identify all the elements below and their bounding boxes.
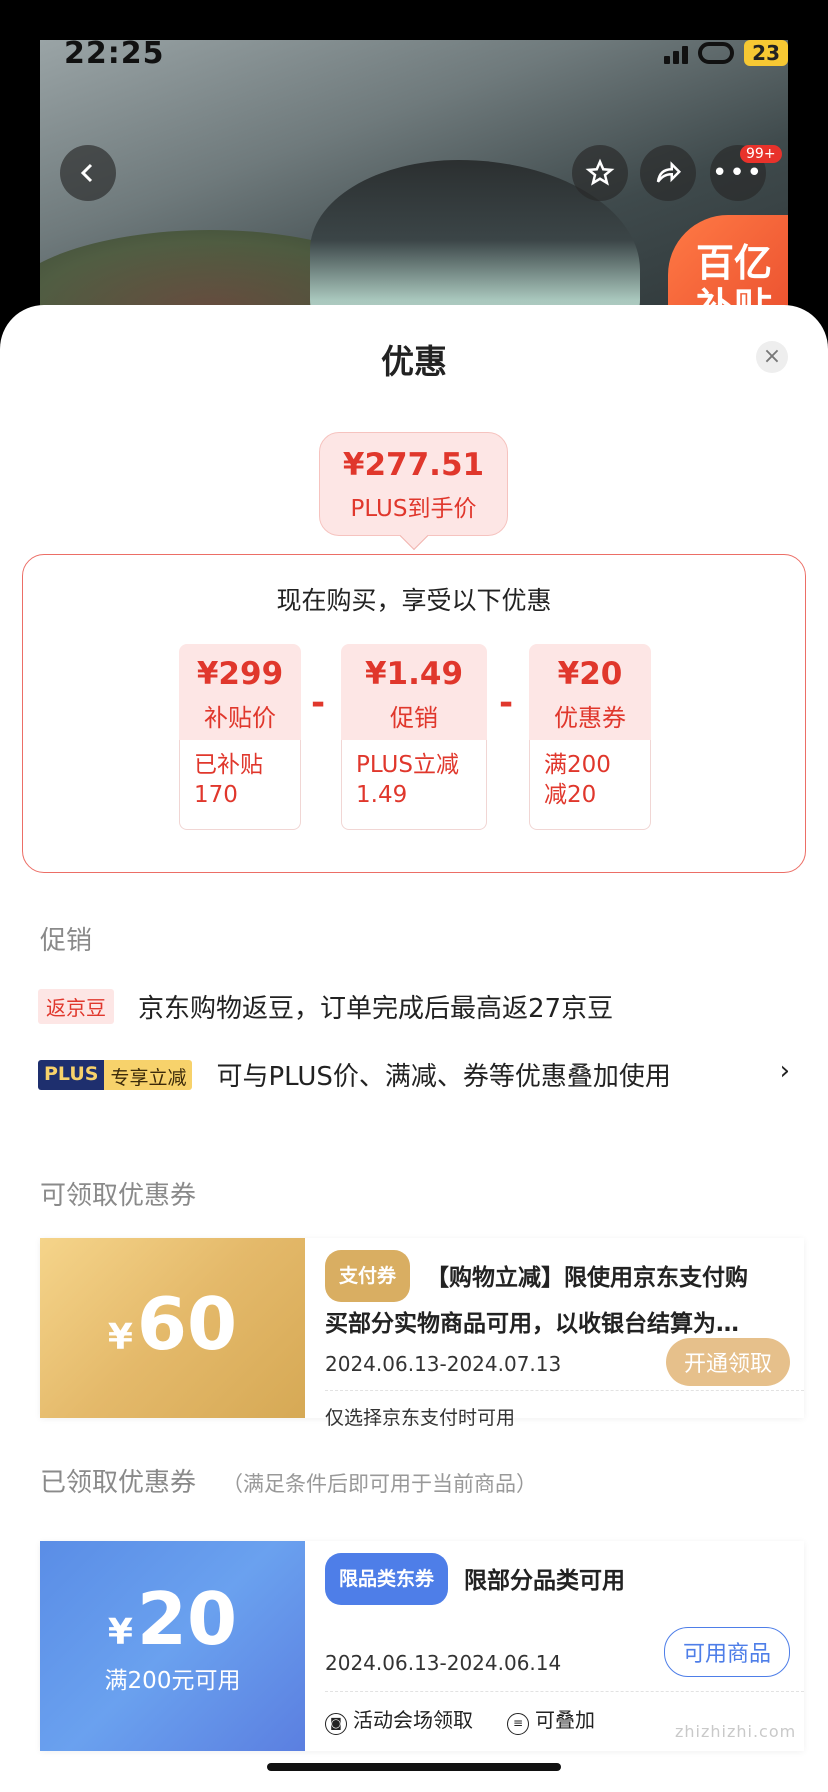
breakdown-label: 促销 [390,704,438,732]
promo-row-plus[interactable]: PLUS 专享立减 可与PLUS价、满减、券等优惠叠加使用 [38,1056,671,1093]
divider [325,1691,804,1692]
claimed-coupons-title: 已领取优惠券 （满足条件后即可用于当前商品） [40,1468,538,1498]
final-price-pill: ¥277.51 PLUS到手价 [319,432,508,551]
pill-pointer [399,521,429,551]
coupon-card-available: ¥60 支付券 【购物立减】限使用京东支付购 买部分实物商品可用，以收银台结算为…… [40,1238,804,1429]
plus-tag-label: PLUS [38,1059,105,1090]
discount-sheet: 优惠 × ¥277.51 PLUS到手价 现在购买，享受以下优惠 ¥299 补贴… [0,305,828,1792]
breakdown-label: 补贴价 [204,704,276,732]
status-icons: 23 [664,40,788,66]
stack-icon: ≡ [507,1713,529,1735]
breakdown-detail: PLUS立减 [356,752,459,778]
coupon-note: 仅选择京东支付时可用 [325,1407,516,1429]
plus-tag: PLUS 专享立减 [38,1059,193,1090]
status-bar-background [0,0,828,40]
claimed-coupons-hint: （满足条件后即可用于当前商品） [222,1472,538,1496]
notification-badge: 99+ [740,145,782,163]
close-button[interactable]: × [756,341,788,373]
jingdou-tag: 返京豆 [38,989,114,1024]
breakdown-value: ¥299 [196,656,284,692]
back-button[interactable] [60,145,116,201]
coupon-card-claimed: ¥20 满200元可用 限品类东券 限部分品类可用 2024.06.13-2024… [40,1541,804,1751]
breakdown-title: 现在购买，享受以下优惠 [276,586,552,615]
chevron-right-icon[interactable]: › [780,1056,790,1086]
breakdown-detail: 减20 [544,782,597,808]
breakdown-value: ¥1.49 [364,656,464,692]
link-icon [698,42,735,64]
currency-symbol: ¥ [107,1612,133,1653]
breakdown-label: 优惠券 [554,704,626,732]
final-price: ¥277.51 [342,447,485,483]
breakdown-card-coupon: ¥20 优惠券 满200 减20 [529,644,651,830]
signal-icon [664,42,689,64]
activate-claim-button[interactable]: 开通领取 [665,1338,790,1386]
breakdown-detail: 1.49 [356,782,408,808]
share-icon [656,161,682,183]
share-button[interactable] [640,145,696,201]
breakdown-value: ¥20 [557,656,623,692]
minus-sign: - [311,683,326,723]
chevron-left-icon [80,163,93,183]
battery-indicator: 23 [744,40,788,66]
coupon-amount: 20 [136,1577,238,1661]
favorite-button[interactable] [572,145,628,201]
promotions-section-title: 促销 [40,926,93,956]
coupon-type-tag: 支付券 [325,1250,411,1302]
coupon-amount-panel: ¥20 满200元可用 [40,1541,305,1751]
star-icon [585,158,615,186]
divider [325,1390,804,1391]
ticket-icon: ◙ [325,1713,347,1735]
promo-text: 可与PLUS价、满减、券等优惠叠加使用 [216,1062,671,1092]
currency-symbol: ¥ [107,1317,133,1358]
plus-tag-sublabel: 专享立减 [104,1059,193,1090]
coupon-amount-panel: ¥60 [40,1238,305,1418]
home-indicator[interactable] [267,1763,561,1771]
coupon-title: 限部分品类可用 [464,1568,626,1594]
coupon-source: 活动会场领取 [353,1708,473,1732]
price-breakdown-box: 现在购买，享受以下优惠 ¥299 补贴价 已补贴 170 - ¥1.49 促销 … [22,554,806,873]
minus-sign: - [499,683,514,723]
coupon-amount: 60 [136,1282,238,1366]
applicable-products-button[interactable]: 可用商品 [663,1627,790,1677]
status-time: 22:25 [64,36,165,71]
coupon-type-tag: 限品类东券 [325,1553,449,1605]
coupon-condition: 满200元可用 [104,1668,241,1694]
breakdown-card-subsidy: ¥299 补贴价 已补贴 170 [179,644,301,830]
breakdown-card-promotion: ¥1.49 促销 PLUS立减 1.49 [341,644,487,830]
available-coupons-title: 可领取优惠券 [40,1181,197,1211]
breakdown-detail: 170 [194,782,238,808]
promo-line-1: 百亿 [696,241,773,285]
sheet-title: 优惠 [381,342,447,381]
coupon-title: 【购物立减】限使用京东支付购 [426,1265,749,1291]
final-price-label: PLUS到手价 [350,496,477,522]
promo-row-jingdou[interactable]: 返京豆 京东购物返豆，订单完成后最高返27京豆 [38,988,613,1025]
watermark: zhizhizhi.com [675,1722,797,1741]
breakdown-detail: 满200 [544,752,611,778]
promo-text: 京东购物返豆，订单完成后最高返27京豆 [138,994,614,1024]
coupon-stackable: 可叠加 [535,1708,595,1732]
breakdown-detail: 已补贴 [194,752,263,778]
